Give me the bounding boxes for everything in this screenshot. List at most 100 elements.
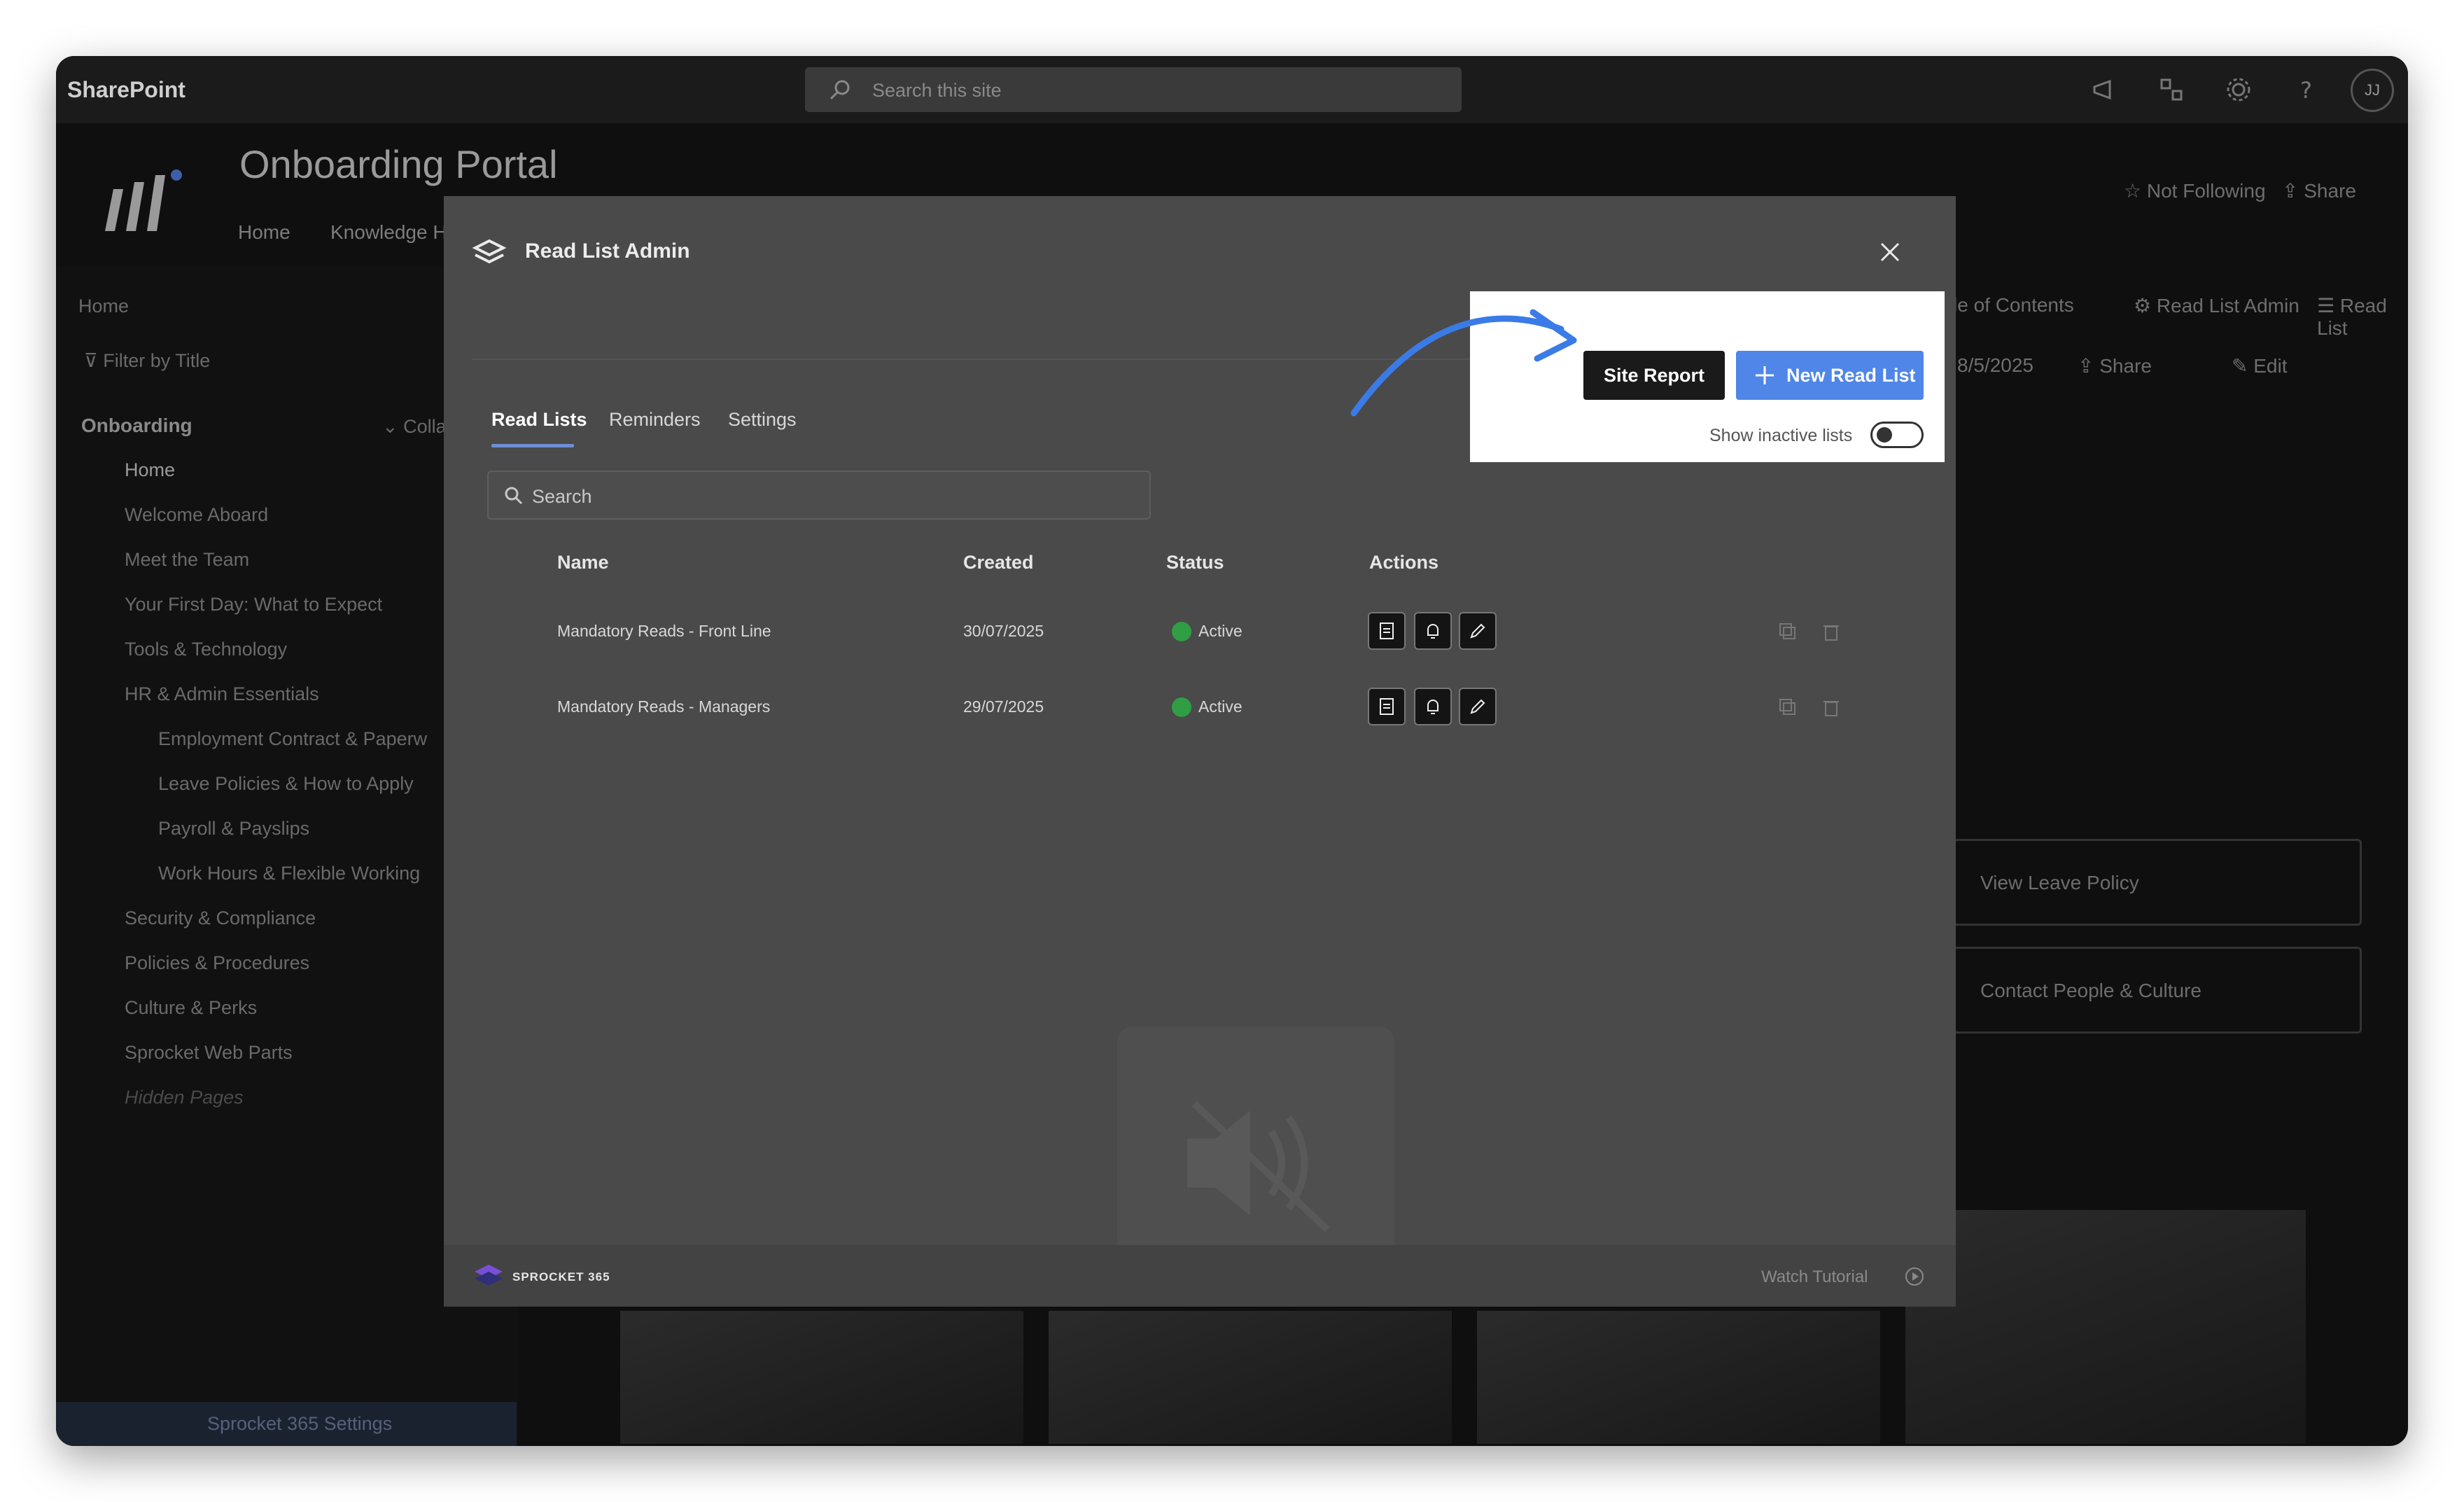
site-logo[interactable]: [98, 161, 196, 238]
site-nav-home[interactable]: Home: [238, 221, 290, 244]
sidebar-item-leave-policies[interactable]: Leave Policies & How to Apply: [158, 773, 414, 795]
collapse-label: Colla: [403, 416, 447, 437]
megaphone-icon[interactable]: [2090, 76, 2118, 104]
column-header-name[interactable]: Name: [557, 552, 609, 573]
sprocket-settings-label: Sprocket 365 Settings: [207, 1413, 393, 1434]
not-following-label: Not Following: [2146, 180, 2266, 202]
document-icon: [1380, 698, 1394, 715]
bell-icon: [1427, 700, 1438, 714]
site-report-button[interactable]: Site Report: [1583, 351, 1725, 400]
sidebar-item-first-day[interactable]: Your First Day: What to Expect: [125, 594, 382, 616]
filter-by-title[interactable]: ⊽ Filter by Title: [84, 350, 210, 372]
close-icon[interactable]: [1877, 239, 1903, 265]
contact-people-culture-card[interactable]: Contact People & Culture: [1953, 947, 2362, 1034]
sidebar-item-security[interactable]: Security & Compliance: [125, 908, 316, 929]
read-list-logo-icon: [472, 239, 507, 264]
sidebar-item-employment-contract[interactable]: Employment Contract & Paperw: [158, 728, 427, 750]
new-read-list-button[interactable]: New Read List: [1736, 351, 1924, 400]
help-icon[interactable]: ?: [2292, 76, 2320, 104]
photo-tile[interactable]: [620, 1311, 1023, 1444]
row-created: 29/07/2025: [963, 697, 1044, 716]
row-status: Active: [1198, 697, 1242, 716]
gear-icon[interactable]: [2225, 76, 2253, 104]
watch-tutorial-link[interactable]: Watch Tutorial: [1761, 1267, 1868, 1287]
edit-label: Edit: [2253, 355, 2288, 377]
app-brand[interactable]: SharePoint: [67, 77, 186, 103]
not-following-button[interactable]: ☆ Not Following: [2124, 179, 2266, 202]
view-leave-policy-card[interactable]: View Leave Policy: [1953, 839, 2362, 926]
modal-divider: [472, 359, 1522, 360]
sidebar-item-meet-the-team[interactable]: Meet the Team: [125, 549, 249, 571]
pencil-icon: [1470, 699, 1485, 714]
contact-people-culture-label: Contact People & Culture: [1980, 980, 2202, 1001]
sidebar-item-payroll[interactable]: Payroll & Payslips: [158, 818, 309, 840]
read-list-search-input[interactable]: Search: [487, 471, 1151, 520]
highlighted-toolbar: Site Report New Read List Show inactive …: [1470, 291, 1945, 462]
sidebar-item-sprocket-web-parts[interactable]: Sprocket Web Parts: [125, 1042, 293, 1064]
sidebar-item-policies[interactable]: Policies & Procedures: [125, 952, 309, 974]
site-title[interactable]: Onboarding Portal: [239, 141, 558, 187]
modal-title: Read List Admin: [525, 239, 690, 263]
photo-tile[interactable]: [1905, 1210, 2306, 1444]
plus-icon: [1756, 366, 1774, 384]
document-icon: [1380, 623, 1394, 639]
sidebar-collapse[interactable]: ⌄ Colla: [382, 416, 447, 438]
table-of-contents-link[interactable]: le of Contents: [1953, 294, 2074, 317]
row-name[interactable]: Mandatory Reads - Front Line: [557, 622, 771, 641]
column-header-status[interactable]: Status: [1166, 552, 1224, 573]
photo-tile[interactable]: [1049, 1311, 1452, 1444]
report-button[interactable]: [1368, 688, 1406, 725]
sprocket-settings-button[interactable]: Sprocket 365 Settings: [56, 1402, 517, 1446]
pencil-icon: [1470, 623, 1485, 639]
site-search-placeholder: Search this site: [872, 80, 1002, 101]
sidebar-item-work-hours[interactable]: Work Hours & Flexible Working: [158, 863, 420, 884]
edit-read-list-button[interactable]: [1459, 612, 1497, 650]
modal-footer: SPROCKET 365 Watch Tutorial: [444, 1245, 1956, 1307]
delete-icon[interactable]: [1820, 696, 1842, 718]
show-inactive-toggle[interactable]: [1870, 422, 1924, 448]
sidebar-home[interactable]: Home: [78, 295, 129, 317]
sidebar-group-onboarding[interactable]: Onboarding: [81, 415, 192, 437]
sidebar-item-tools-technology[interactable]: Tools & Technology: [125, 639, 287, 660]
edit-button[interactable]: ✎ Edit: [2232, 354, 2288, 377]
sidebar-item-hr-admin[interactable]: HR & Admin Essentials: [125, 683, 319, 705]
reminder-button[interactable]: [1414, 612, 1452, 650]
svg-text:?: ?: [2300, 77, 2312, 104]
avatar[interactable]: JJ: [2351, 69, 2394, 112]
site-nav-knowledge[interactable]: Knowledge H: [330, 221, 447, 244]
copy-icon[interactable]: [1777, 696, 1799, 718]
photo-tile[interactable]: [1477, 1311, 1880, 1444]
show-inactive-label: Show inactive lists: [1709, 426, 1853, 445]
tab-reminders[interactable]: Reminders: [609, 409, 701, 431]
new-read-list-label: New Read List: [1786, 365, 1916, 386]
read-list-admin-link[interactable]: ⚙ Read List Admin: [2134, 294, 2300, 317]
sidebar-item-welcome-aboard[interactable]: Welcome Aboard: [125, 504, 268, 526]
row-created: 30/07/2025: [963, 622, 1044, 640]
search-placeholder: Search: [532, 486, 592, 507]
edit-read-list-button[interactable]: [1459, 688, 1497, 725]
column-header-actions: Actions: [1369, 552, 1439, 573]
active-tab-indicator: [491, 444, 574, 447]
tab-settings[interactable]: Settings: [728, 409, 797, 431]
read-list-label: Read List: [2317, 295, 2387, 339]
search-icon: [830, 80, 850, 100]
toggle-knob: [1877, 427, 1892, 443]
apps-icon[interactable]: [2157, 76, 2185, 104]
row-name[interactable]: Mandatory Reads - Managers: [557, 697, 770, 716]
column-header-created[interactable]: Created: [963, 552, 1034, 573]
site-search-box[interactable]: Search this site: [805, 67, 1462, 112]
bell-icon: [1427, 624, 1438, 639]
tab-read-lists[interactable]: Read Lists: [491, 409, 587, 431]
page-share-button[interactable]: ⇪ Share: [2078, 354, 2152, 377]
share-site-button[interactable]: ⇪ Share: [2282, 179, 2356, 202]
sidebar-item-hidden-pages[interactable]: Hidden Pages: [125, 1087, 244, 1108]
sidebar-item-home[interactable]: Home: [125, 459, 175, 481]
sidebar-item-culture[interactable]: Culture & Perks: [125, 997, 257, 1019]
read-list-link[interactable]: ☰ Read List: [2317, 294, 2408, 340]
copy-icon[interactable]: [1777, 620, 1799, 643]
reminder-button[interactable]: [1414, 688, 1452, 725]
view-leave-policy-label: View Leave Policy: [1980, 872, 2139, 893]
delete-icon[interactable]: [1820, 620, 1842, 643]
report-button[interactable]: [1368, 612, 1406, 650]
play-icon[interactable]: [1904, 1266, 1925, 1287]
